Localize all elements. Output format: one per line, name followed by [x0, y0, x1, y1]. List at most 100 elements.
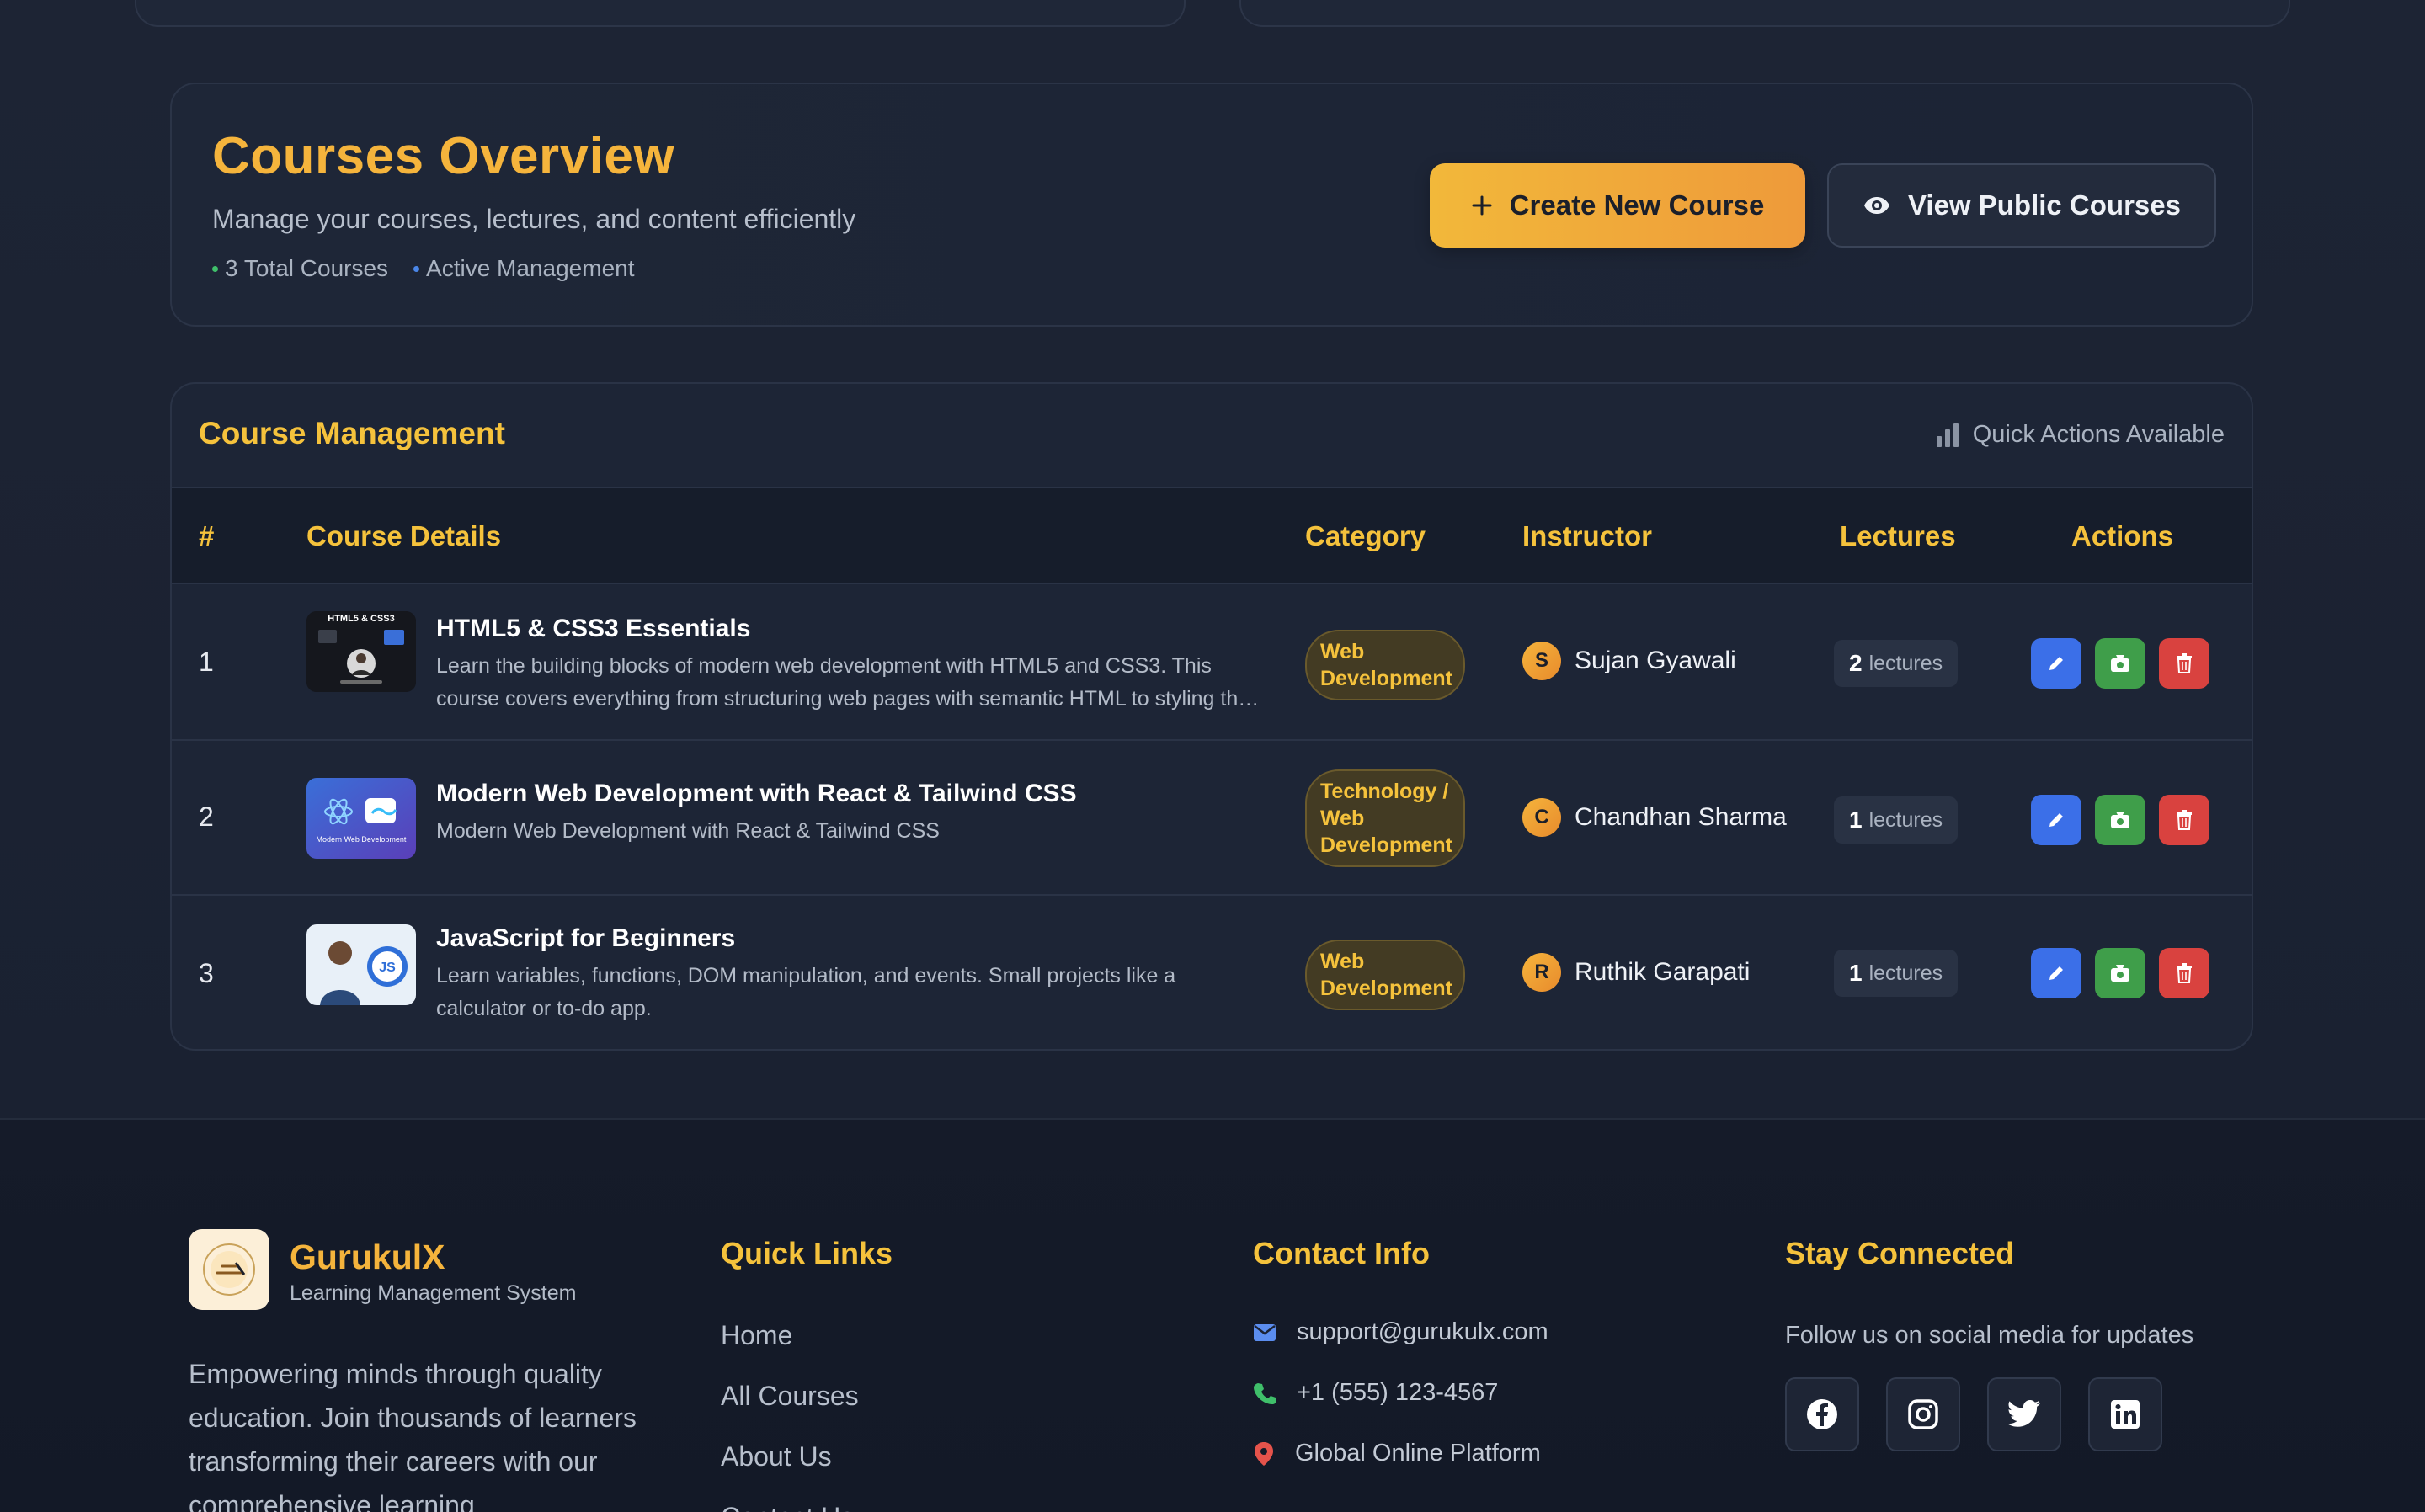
main-area: Courses Overview Manage your courses, le…: [0, 0, 2425, 1118]
video-icon: [2111, 655, 2129, 672]
column-header-actions: Actions: [2071, 520, 2174, 551]
avatar: S: [1522, 642, 1561, 680]
row-actions: [2031, 638, 2209, 689]
lecture-count: 1: [1849, 807, 1863, 833]
course-thumbnail[interactable]: HTML5 & CSS3: [306, 611, 416, 692]
lecture-unit: lectures: [1868, 961, 1943, 985]
contact-location-text: Global Online Platform: [1295, 1440, 1541, 1467]
quick-actions-label: Quick Actions Available: [1972, 421, 2225, 448]
avatar: R: [1522, 953, 1561, 992]
create-course-label: Create New Course: [1509, 189, 1765, 221]
instructor-name: Sujan Gyawali: [1575, 647, 1736, 674]
edit-course-button[interactable]: [2031, 795, 2081, 845]
contact-info-heading: Contact Info: [1253, 1236, 1430, 1270]
green-dot-icon: [212, 265, 218, 272]
column-header-instructor: Instructor: [1522, 520, 1653, 551]
thumb-caption: HTML5 & CSS3: [328, 614, 394, 624]
delete-course-button[interactable]: [2159, 638, 2209, 689]
contact-phone-text: +1 (555) 123-4567: [1297, 1379, 1499, 1406]
course-thumbnail-image: JS: [306, 924, 416, 1005]
manage-lectures-button[interactable]: [2095, 638, 2145, 689]
quick-links-heading: Quick Links: [721, 1236, 893, 1270]
site-footer: GurukulX Learning Management System Empo…: [0, 1118, 2425, 1512]
row-index: 3: [199, 958, 214, 988]
table-header: # Course Details Category Instructor Lec…: [172, 488, 2252, 584]
pencil-icon: [2049, 966, 2063, 980]
twitter-icon: [2007, 1400, 2040, 1427]
course-thumbnail[interactable]: JS: [306, 924, 416, 1005]
avatar: C: [1522, 798, 1561, 837]
delete-course-button[interactable]: [2159, 948, 2209, 998]
lecture-count-badge: 1 lectures: [1834, 950, 1959, 997]
instructor: S Sujan Gyawali: [1522, 642, 1736, 680]
course-description: Modern Web Development with React & Tail…: [436, 819, 940, 843]
course-title[interactable]: JavaScript for Beginners: [436, 924, 735, 953]
table-row: 2 Modern Web Development Modern Web Deve…: [172, 741, 2252, 896]
view-public-courses-button[interactable]: View Public Courses: [1827, 163, 2216, 248]
eye-icon: [1863, 197, 1889, 214]
manage-lectures-button[interactable]: [2095, 948, 2145, 998]
mail-icon: [1254, 1323, 1276, 1341]
trash-icon: [2177, 810, 2192, 830]
row-actions: [2031, 795, 2209, 845]
brand-tagline: Learning Management System: [290, 1281, 577, 1305]
edit-course-button[interactable]: [2031, 638, 2081, 689]
footer-link-all-courses[interactable]: All Courses: [721, 1381, 859, 1412]
row-index: 1: [199, 647, 214, 677]
course-thumbnail-image: HTML5 & CSS3: [306, 611, 416, 692]
pencil-icon: [2049, 657, 2063, 670]
instructor-name: Ruthik Garapati: [1575, 958, 1751, 986]
courses-overview-panel: Courses Overview Manage your courses, le…: [170, 83, 2253, 327]
plus-icon: [1472, 195, 1492, 216]
linkedin-button[interactable]: [2088, 1377, 2162, 1451]
quick-actions-indicator: Quick Actions Available: [1936, 421, 2225, 449]
stat-active-management: Active Management: [413, 255, 635, 282]
lecture-count: 1: [1849, 960, 1863, 986]
create-course-button[interactable]: Create New Course: [1430, 163, 1805, 248]
thumb-caption: Modern Web Development: [317, 835, 407, 844]
course-thumbnail[interactable]: Modern Web Development: [306, 778, 416, 859]
top-card-left: [135, 0, 1186, 27]
delete-course-button[interactable]: [2159, 795, 2209, 845]
column-header-details: Course Details: [306, 520, 502, 551]
course-title[interactable]: HTML5 & CSS3 Essentials: [436, 615, 750, 643]
column-header-lectures: Lectures: [1840, 520, 1956, 551]
instructor-name: Chandhan Sharma: [1575, 803, 1787, 831]
facebook-button[interactable]: [1785, 1377, 1859, 1451]
overview-stats: 3 Total Courses Active Management: [212, 255, 635, 282]
linkedin-icon: [2111, 1400, 2140, 1429]
contact-phone[interactable]: +1 (555) 123-4567: [1253, 1379, 1498, 1407]
column-header-index: #: [199, 520, 215, 551]
footer-link-about-us[interactable]: About Us: [721, 1441, 832, 1472]
contact-email[interactable]: support@gurukulx.com: [1253, 1318, 1548, 1346]
row-index: 2: [199, 801, 214, 832]
brand-name: GurukulX: [290, 1238, 445, 1276]
twitter-button[interactable]: [1987, 1377, 2061, 1451]
footer-about-text: Empowering minds through quality educati…: [189, 1359, 637, 1512]
trash-icon: [2177, 653, 2192, 673]
stay-connected-heading: Stay Connected: [1785, 1236, 2015, 1270]
stat-total-courses: 3 Total Courses: [212, 255, 388, 282]
stat-total-label: 3 Total Courses: [225, 255, 389, 281]
brand-logo[interactable]: [189, 1229, 269, 1310]
table-row: 3 JS JavaScript for Beginners Learn vari…: [172, 896, 2252, 1049]
edit-course-button[interactable]: [2031, 948, 2081, 998]
footer-link-contact-us[interactable]: Contact Us: [721, 1502, 854, 1512]
column-header-category: Category: [1305, 520, 1426, 551]
footer-link-home[interactable]: Home: [721, 1320, 792, 1351]
video-icon: [2111, 812, 2129, 828]
row-actions: [2031, 948, 2209, 998]
category-badge: Web Development: [1305, 940, 1465, 1010]
pencil-icon: [2049, 813, 2063, 827]
thumb-caption: JS: [379, 961, 396, 975]
instagram-button[interactable]: [1886, 1377, 1960, 1451]
course-management-header: Course Management Quick Actions Availabl…: [172, 384, 2252, 488]
manage-lectures-button[interactable]: [2095, 795, 2145, 845]
view-public-courses-label: View Public Courses: [1907, 189, 2181, 221]
blue-dot-icon: [413, 265, 420, 272]
table-row: 1 HTML5 & CSS3 HTML5 & CSS3 Essentials L…: [172, 586, 2252, 741]
course-title[interactable]: Modern Web Development with React & Tail…: [436, 780, 1077, 808]
category-badge: Technology / Web Development: [1305, 769, 1465, 867]
video-icon: [2111, 965, 2129, 982]
stat-active-label: Active Management: [426, 255, 635, 281]
